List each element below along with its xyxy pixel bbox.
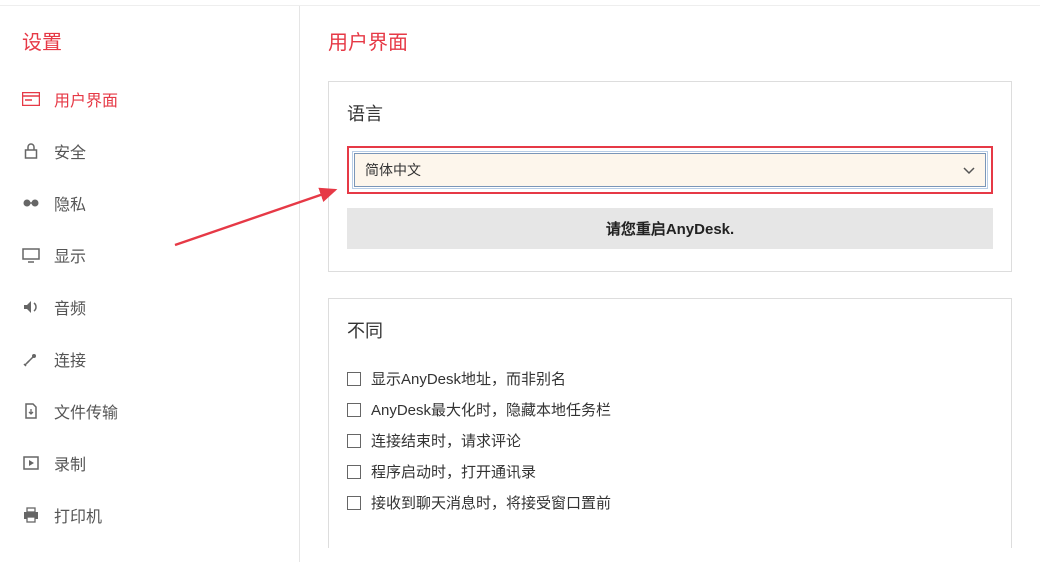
sidebar-item-audio[interactable]: 音频 bbox=[0, 281, 299, 333]
sidebar-item-printer[interactable]: 打印机 bbox=[0, 489, 299, 541]
sidebar-item-label: 显示 bbox=[54, 243, 86, 267]
checkbox-show-address[interactable]: 显示AnyDesk地址，而非别名 bbox=[347, 363, 993, 394]
privacy-icon bbox=[22, 194, 40, 212]
checkbox-request-review[interactable]: 连接结束时，请求评论 bbox=[347, 425, 993, 456]
language-selected-value: 简体中文 bbox=[365, 160, 421, 180]
sidebar-item-security[interactable]: 安全 bbox=[0, 125, 299, 177]
file-icon bbox=[22, 402, 40, 420]
sidebar-item-label: 打印机 bbox=[54, 503, 102, 527]
sidebar-item-ui[interactable]: 用户界面 bbox=[0, 73, 299, 125]
checkbox-icon bbox=[347, 372, 361, 386]
checkbox-icon bbox=[347, 403, 361, 417]
sidebar-item-label: 隐私 bbox=[54, 191, 86, 215]
sidebar-item-display[interactable]: 显示 bbox=[0, 229, 299, 281]
sidebar-item-file-transfer[interactable]: 文件传输 bbox=[0, 385, 299, 437]
sidebar-item-privacy[interactable]: 隐私 bbox=[0, 177, 299, 229]
checkbox-icon bbox=[347, 434, 361, 448]
language-select[interactable]: 简体中文 bbox=[354, 153, 986, 187]
sidebar-item-label: 用户界面 bbox=[54, 87, 118, 111]
printer-icon bbox=[22, 506, 40, 524]
sidebar-item-connection[interactable]: 连接 bbox=[0, 333, 299, 385]
misc-panel: 不同 显示AnyDesk地址，而非别名 AnyDesk最大化时，隐藏本地任务栏 … bbox=[328, 298, 1012, 548]
checkbox-icon bbox=[347, 496, 361, 510]
language-highlight: 简体中文 bbox=[347, 146, 993, 194]
checkbox-hide-taskbar[interactable]: AnyDesk最大化时，隐藏本地任务栏 bbox=[347, 394, 993, 425]
checkbox-label: 显示AnyDesk地址，而非别名 bbox=[371, 368, 566, 389]
checkbox-label: 接收到聊天消息时，将接受窗口置前 bbox=[371, 492, 611, 513]
chevron-down-icon bbox=[963, 162, 975, 178]
lock-icon bbox=[22, 142, 40, 160]
speaker-icon bbox=[22, 298, 40, 316]
misc-heading: 不同 bbox=[347, 317, 993, 343]
checkbox-label: 程序启动时，打开通讯录 bbox=[371, 461, 536, 482]
sidebar-item-recording[interactable]: 录制 bbox=[0, 437, 299, 489]
sidebar-title: 设置 bbox=[0, 26, 299, 73]
checkbox-label: AnyDesk最大化时，隐藏本地任务栏 bbox=[371, 399, 611, 420]
sidebar-item-label: 音频 bbox=[54, 295, 86, 319]
record-icon bbox=[22, 454, 40, 472]
checkbox-chat-foreground[interactable]: 接收到聊天消息时，将接受窗口置前 bbox=[347, 487, 993, 518]
sidebar-item-label: 文件传输 bbox=[54, 399, 118, 423]
ui-icon bbox=[22, 90, 40, 108]
checkbox-open-addressbook[interactable]: 程序启动时，打开通讯录 bbox=[347, 456, 993, 487]
sidebar: 设置 用户界面 安全 隐私 显示 bbox=[0, 6, 300, 562]
sidebar-item-label: 连接 bbox=[54, 347, 86, 371]
restart-notice: 请您重启AnyDesk. bbox=[347, 208, 993, 249]
sidebar-item-label: 安全 bbox=[54, 139, 86, 163]
connection-icon bbox=[22, 350, 40, 368]
page-title: 用户界面 bbox=[328, 26, 1012, 55]
monitor-icon bbox=[22, 246, 40, 264]
language-heading: 语言 bbox=[347, 100, 993, 126]
checkbox-label: 连接结束时，请求评论 bbox=[371, 430, 521, 451]
main-content: 用户界面 语言 简体中文 请您重启AnyDesk. 不同 显示AnyDesk地址… bbox=[300, 6, 1040, 562]
checkbox-icon bbox=[347, 465, 361, 479]
sidebar-item-label: 录制 bbox=[54, 451, 86, 475]
language-panel: 语言 简体中文 请您重启AnyDesk. bbox=[328, 81, 1012, 272]
